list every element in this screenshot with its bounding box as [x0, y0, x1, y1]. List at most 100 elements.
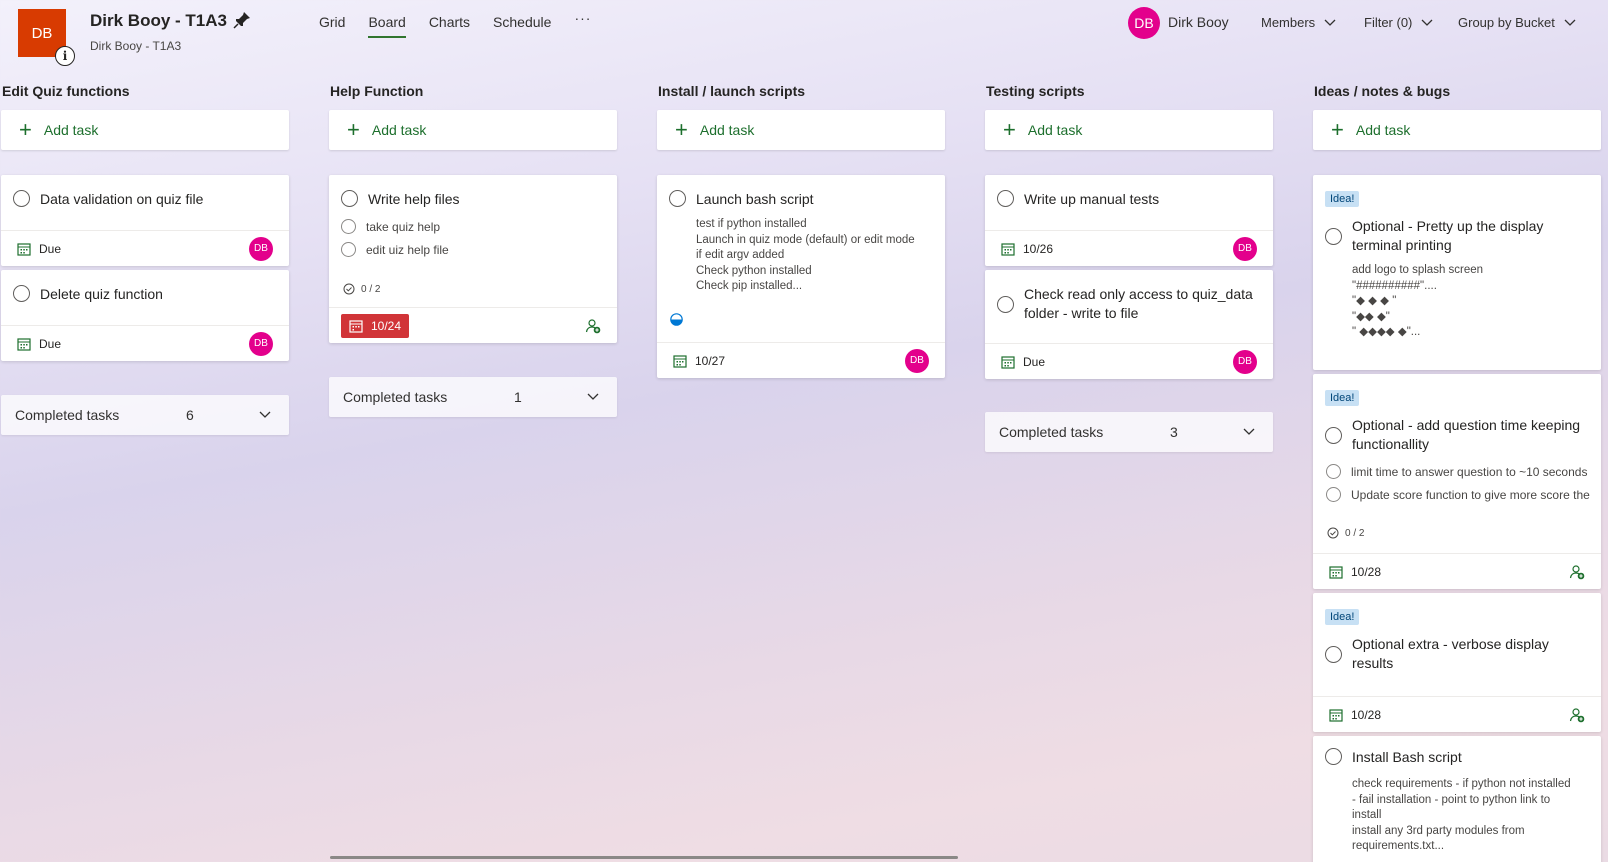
task-card[interactable]: Check read only access to quiz_data fold… [985, 270, 1273, 379]
assignee-avatar[interactable]: DB [1233, 236, 1257, 261]
plus-icon: + [1331, 117, 1344, 142]
bucket-help-function: Help Function + Add task Write help file… [329, 80, 617, 417]
overdue-date[interactable]: 10/24 [341, 313, 410, 338]
assignee-avatar[interactable]: DB [1233, 349, 1257, 374]
complete-task-checkbox[interactable] [13, 190, 30, 207]
pin-icon[interactable] [232, 10, 252, 30]
progress-text: 0 / 2 [1345, 527, 1365, 539]
members-dropdown[interactable]: Members [1261, 15, 1336, 30]
task-description: check requirements - if python not insta… [1313, 767, 1601, 855]
horizontal-scrollbar[interactable] [330, 856, 958, 859]
chevron-down-icon [1564, 19, 1576, 26]
checklist-item[interactable]: edit uiz help file [341, 238, 617, 261]
assign-person-icon[interactable] [585, 318, 601, 334]
task-card[interactable]: Data validation on quiz file Due DB [1, 175, 289, 266]
due-date: 10/24 [371, 318, 402, 333]
checklist-item[interactable]: take quiz help [341, 215, 617, 238]
tab-charts[interactable]: Charts [429, 14, 470, 38]
chevron-down-icon [259, 411, 271, 418]
bucket-title[interactable]: Help Function [329, 80, 617, 110]
filter-dropdown[interactable]: Filter (0) [1364, 15, 1433, 30]
bucket-title[interactable]: Ideas / notes & bugs [1313, 80, 1601, 110]
calendar-icon [1001, 355, 1015, 369]
add-task-label: Add task [1355, 122, 1411, 138]
add-task-label: Add task [371, 122, 427, 138]
description-line: " ◆◆◆◆ ◆"... [1352, 326, 1421, 338]
assignee-avatar[interactable]: DB [905, 348, 929, 373]
add-task-button[interactable]: + Add task [1, 110, 289, 150]
add-task-button[interactable]: + Add task [329, 110, 617, 150]
complete-task-checkbox[interactable] [1325, 426, 1342, 444]
task-card[interactable]: Install Bash script check requirements -… [1313, 736, 1601, 862]
checklist-checkbox[interactable] [1326, 464, 1341, 479]
checklist-checkbox[interactable] [341, 242, 356, 257]
completed-tasks-toggle[interactable]: Completed tasks 3 [985, 412, 1273, 452]
group-by-dropdown[interactable]: Group by Bucket [1458, 15, 1576, 30]
calendar-icon [349, 319, 363, 333]
add-task-label: Add task [1027, 122, 1083, 138]
task-title: Write help files [368, 191, 460, 207]
completed-tasks-toggle[interactable]: Completed tasks 6 [1, 395, 289, 435]
checklist-item-label: edit uiz help file [366, 242, 449, 257]
complete-task-checkbox[interactable] [1325, 645, 1342, 663]
group-by-label: Group by Bucket [1458, 15, 1555, 30]
task-card[interactable]: Write help files take quiz help edit uiz… [329, 175, 617, 343]
task-card[interactable]: Idea! Optional extra - verbose display r… [1313, 593, 1601, 732]
due-date: 10/27 [695, 353, 726, 368]
checklist-item-label: limit time to answer question to ~10 sec… [1351, 464, 1588, 479]
add-task-button[interactable]: + Add task [1313, 110, 1601, 150]
completed-count: 1 [514, 389, 522, 405]
tab-board[interactable]: Board [368, 14, 407, 38]
bucket-ideas-notes-bugs: Ideas / notes & bugs + Add task Idea! Op… [1313, 80, 1601, 862]
assign-person-icon[interactable] [1569, 707, 1585, 723]
assign-person-icon[interactable] [1569, 564, 1585, 580]
user-name[interactable]: Dirk Booy [1168, 14, 1229, 30]
add-task-label: Add task [43, 122, 99, 138]
checklist-checkbox[interactable] [1326, 487, 1341, 502]
description-line: "◆◆ ◆" [1352, 310, 1390, 323]
task-card[interactable]: Write up manual tests 10/26 DB [985, 175, 1273, 266]
plan-title[interactable]: Dirk Booy - T1A3 [90, 11, 227, 31]
bucket-install-launch-scripts: Install / launch scripts + Add task Laun… [657, 80, 945, 378]
checklist: take quiz help edit uiz help file [329, 209, 617, 261]
bucket-title[interactable]: Testing scripts [985, 80, 1273, 110]
complete-task-checkbox[interactable] [341, 190, 358, 207]
task-title: Data validation on quiz file [40, 191, 204, 207]
assignee-avatar[interactable]: DB [249, 236, 273, 261]
view-tabs: Grid Board Charts Schedule ··· [319, 10, 591, 38]
task-card[interactable]: Idea! Optional - add question time keepi… [1313, 374, 1601, 589]
complete-task-checkbox[interactable] [13, 285, 30, 302]
tab-grid[interactable]: Grid [319, 14, 345, 38]
calendar-icon [1329, 708, 1343, 722]
idea-label: Idea! [1325, 191, 1360, 207]
add-task-button[interactable]: + Add task [985, 110, 1273, 150]
in-progress-icon [670, 313, 683, 326]
assignee-avatar[interactable]: DB [249, 331, 273, 356]
more-options-icon[interactable]: ··· [574, 10, 591, 38]
description-line: if edit argv added [696, 249, 785, 261]
task-card[interactable]: Delete quiz function Due DB [1, 270, 289, 361]
checklist-item[interactable]: Update score function to give more score… [1326, 483, 1601, 506]
bucket-title[interactable]: Install / launch scripts [657, 80, 945, 110]
bucket-title[interactable]: Edit Quiz functions [1, 80, 289, 110]
checkmark-circle-icon [1327, 527, 1339, 539]
add-task-button[interactable]: + Add task [657, 110, 945, 150]
task-card[interactable]: Launch bash script test if python instal… [657, 175, 945, 378]
complete-task-checkbox[interactable] [1325, 227, 1342, 245]
complete-task-checkbox[interactable] [1325, 748, 1342, 765]
user-avatar[interactable]: DB [1128, 7, 1160, 39]
completed-tasks-toggle[interactable]: Completed tasks 1 [329, 377, 617, 417]
complete-task-checkbox[interactable] [997, 295, 1014, 313]
complete-task-checkbox[interactable] [997, 190, 1014, 207]
task-card[interactable]: Idea! Optional - Pretty up the display t… [1313, 175, 1601, 370]
checklist-checkbox[interactable] [341, 219, 356, 234]
bucket-edit-quiz-functions: Edit Quiz functions + Add task Data vali… [1, 80, 289, 435]
task-description: add logo to splash screen "##########"..… [1313, 255, 1601, 341]
tab-schedule[interactable]: Schedule [493, 14, 551, 38]
calendar-icon [17, 337, 31, 351]
checklist-item[interactable]: limit time to answer question to ~10 sec… [1326, 460, 1601, 483]
info-icon[interactable]: i [55, 46, 75, 66]
complete-task-checkbox[interactable] [669, 190, 686, 207]
due-date: Due [39, 336, 62, 351]
calendar-icon [673, 354, 687, 368]
